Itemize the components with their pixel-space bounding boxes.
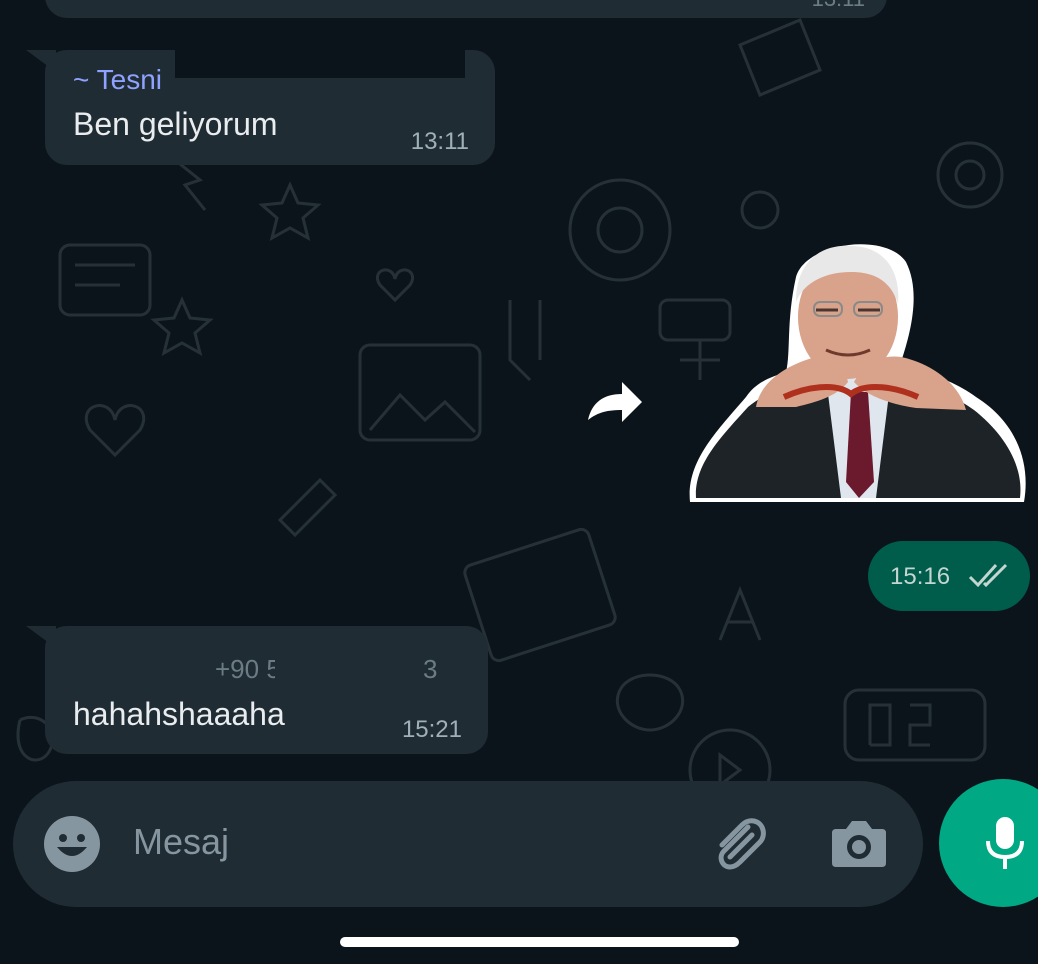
emoji-button[interactable]: [43, 815, 101, 873]
redaction-mask: [170, 580, 465, 630]
redaction-mask: [175, 30, 465, 78]
message-input[interactable]: Mesaj: [133, 821, 229, 863]
message-bubble-outgoing[interactable]: 15:16: [868, 541, 1030, 611]
gesture-home-bar[interactable]: [340, 937, 739, 947]
message-time: 15:16: [890, 563, 951, 590]
sender-name[interactable]: ~ Tesni: [73, 64, 162, 96]
camera-button[interactable]: [830, 817, 888, 869]
emoji-icon: [44, 816, 100, 872]
forward-icon: [588, 382, 642, 422]
message-time: 15:21: [401, 716, 462, 743]
message-time: 13:11: [812, 0, 865, 12]
message-bubble-partial[interactable]: 13:11: [45, 0, 887, 18]
attach-button[interactable]: [708, 813, 770, 875]
bubble-tail: [26, 50, 56, 72]
message-bubble-incoming[interactable]: +90 545 5 3 hahahshaaaha 15:21: [45, 626, 488, 754]
message-text: hahahshaaaha: [73, 696, 285, 732]
redaction-mask: [275, 648, 370, 688]
message-text: Ben geliyorum: [73, 106, 278, 142]
message-composer: Mesaj: [13, 781, 923, 907]
person-sticker-illustration: [689, 244, 1026, 503]
forward-button[interactable]: [582, 372, 646, 432]
sticker-image[interactable]: [686, 232, 1030, 508]
paperclip-icon: [718, 818, 766, 870]
message-time: 13:11: [410, 128, 469, 155]
mic-icon: [986, 817, 1024, 869]
double-check-icon: [968, 563, 1008, 588]
sender-phone-suffix: 3: [423, 654, 438, 684]
bubble-tail: [26, 626, 56, 648]
camera-icon: [832, 821, 886, 867]
